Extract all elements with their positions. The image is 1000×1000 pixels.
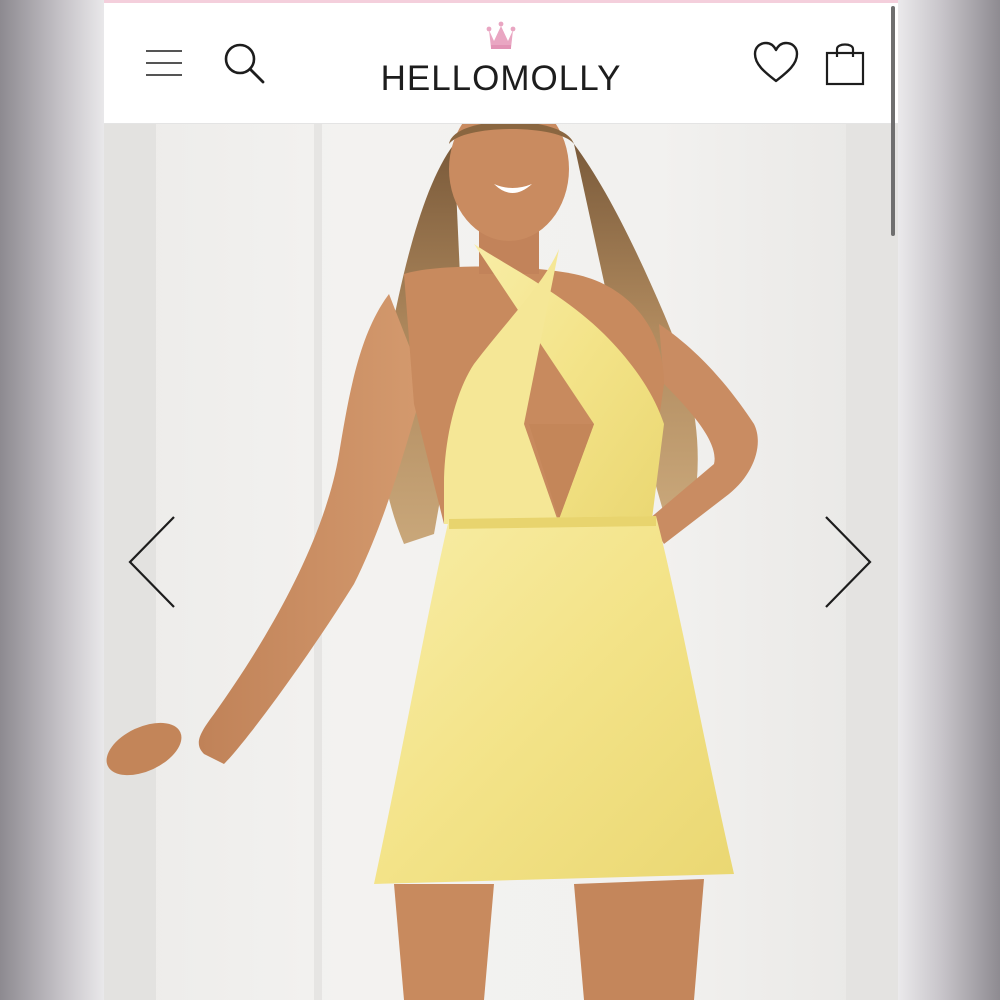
previous-image-button[interactable] bbox=[124, 512, 184, 612]
page-scrollbar[interactable] bbox=[890, 0, 898, 1000]
product-image-carousel[interactable] bbox=[104, 124, 898, 1000]
search-icon bbox=[224, 43, 265, 84]
wishlist-button[interactable] bbox=[752, 41, 800, 85]
search-button[interactable] bbox=[222, 41, 266, 85]
logo-text: HELLOMOLLY bbox=[380, 59, 622, 98]
heart-icon bbox=[753, 41, 799, 83]
scrollbar-thumb[interactable] bbox=[891, 6, 895, 236]
chevron-right-icon bbox=[825, 516, 872, 608]
hamburger-menu-icon bbox=[146, 50, 182, 76]
product-photo bbox=[104, 124, 898, 1000]
chevron-left-icon bbox=[128, 516, 175, 608]
shopping-bag-icon bbox=[825, 43, 865, 86]
crown-icon bbox=[486, 21, 516, 49]
site-header: HELLOMOLLY bbox=[104, 3, 898, 124]
brand-logo[interactable]: HELLOMOLLY bbox=[376, 17, 626, 107]
product-page-screen: HELLOMOLLY bbox=[104, 0, 898, 1000]
next-image-button[interactable] bbox=[816, 512, 876, 612]
cart-button[interactable] bbox=[822, 39, 868, 87]
menu-button[interactable] bbox=[144, 45, 184, 81]
